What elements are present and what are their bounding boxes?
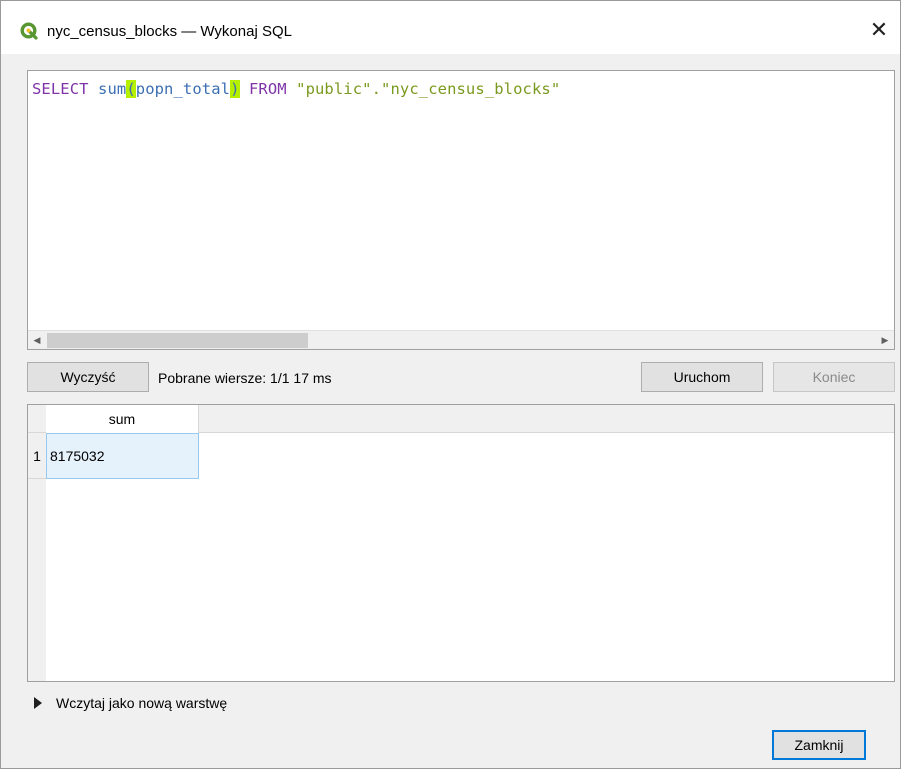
table-cell-selected[interactable]: 8175032	[46, 433, 199, 479]
sql-keyword-select: SELECT	[32, 80, 89, 98]
editor-horizontal-scrollbar[interactable]: ◀ ▶	[28, 330, 894, 349]
load-as-layer-label[interactable]: Wczytaj jako nową warstwę	[56, 695, 227, 711]
scroll-right-arrow-icon[interactable]: ▶	[876, 331, 894, 349]
load-as-layer-expander[interactable]: Wczytaj jako nową warstwę	[34, 695, 227, 711]
sql-keyword-from: FROM	[248, 80, 287, 98]
rows-fetched-status: Pobrane wiersze: 1/1 17 ms	[158, 370, 332, 386]
sql-paren-close: )	[230, 80, 240, 98]
clear-button[interactable]: Wyczyść	[27, 362, 149, 392]
row-number[interactable]: 1	[28, 433, 46, 479]
close-button[interactable]: Zamknij	[772, 730, 866, 760]
run-button[interactable]: Uruchom	[641, 362, 763, 392]
results-table[interactable]: sum 1 8175032	[27, 404, 895, 682]
title-bar: nyc_census_blocks — Wykonaj SQL ✕	[1, 1, 900, 54]
sql-table-string: "nyc_census_blocks"	[381, 80, 561, 98]
scroll-thumb[interactable]	[47, 333, 308, 348]
sql-paren-open: (	[126, 80, 136, 98]
scroll-left-arrow-icon[interactable]: ◀	[28, 331, 46, 349]
sql-dot: .	[371, 80, 382, 98]
sql-schema-string: "public"	[296, 80, 372, 98]
sql-editor[interactable]: SELECT sum(popn_total) FROM "public"."ny…	[27, 70, 895, 350]
sql-column: popn_total	[135, 80, 231, 98]
execute-sql-dialog: nyc_census_blocks — Wykonaj SQL ✕ SELECT…	[0, 0, 901, 769]
sql-function-sum: sum	[98, 80, 127, 98]
sql-query-line[interactable]: SELECT sum(popn_total) FROM "public"."ny…	[32, 80, 560, 98]
close-icon[interactable]: ✕	[866, 17, 892, 43]
column-header-sum[interactable]: sum	[46, 405, 199, 433]
qgis-logo-icon	[20, 22, 38, 40]
stop-button[interactable]: Koniec	[773, 362, 895, 392]
triangle-right-icon[interactable]	[34, 697, 42, 709]
window-title: nyc_census_blocks — Wykonaj SQL	[47, 23, 292, 40]
